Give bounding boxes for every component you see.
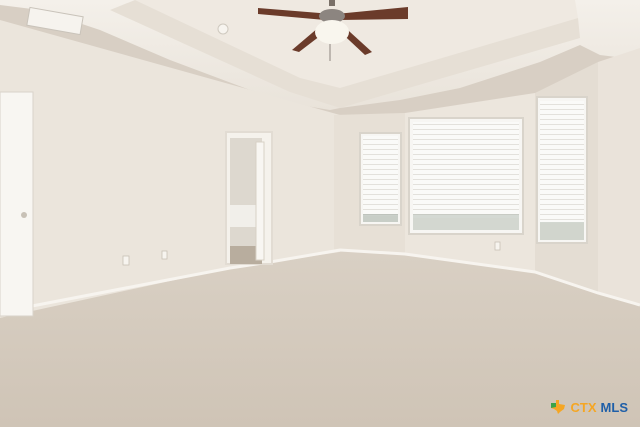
watermark-prefix: CTX <box>570 399 597 415</box>
entry-door <box>0 91 34 317</box>
door-knob <box>21 212 27 218</box>
window-center <box>408 117 524 235</box>
mls-watermark: CTX MLS <box>549 399 628 415</box>
right-wall <box>598 48 640 305</box>
smoke-detector <box>217 23 229 35</box>
window-right <box>536 96 588 244</box>
bathroom-door <box>255 141 265 261</box>
wall-outlet <box>122 255 130 266</box>
watermark-suffix: MLS <box>600 399 628 415</box>
wall-outlet <box>161 250 168 260</box>
wall-outlet <box>494 241 501 251</box>
texas-map-icon <box>550 400 565 414</box>
window-left <box>359 132 402 226</box>
room-photo: CTX MLS <box>0 0 640 427</box>
room-illustration <box>0 0 640 427</box>
bathtub <box>230 205 258 227</box>
